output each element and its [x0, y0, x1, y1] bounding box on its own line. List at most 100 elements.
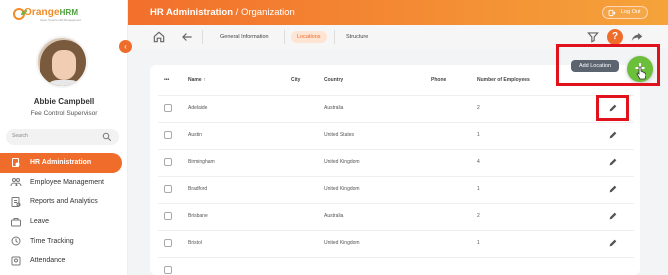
divider: [334, 30, 335, 44]
cell-name: Bradford: [188, 186, 208, 192]
column-header-country[interactable]: Country: [324, 77, 343, 83]
cell-country: Australia: [324, 213, 344, 219]
time-icon: [11, 236, 21, 246]
cell-name: Birmingham: [188, 159, 215, 165]
cell-country: United Kingdom: [324, 240, 360, 246]
cell-name: Adelaide: [188, 105, 208, 111]
sidebar-item-label: Reports and Analytics: [30, 198, 98, 206]
tab-general-information[interactable]: General Information: [214, 31, 275, 43]
sidebar-item-employee-management[interactable]: Employee Management: [0, 173, 128, 193]
sidebar-item-attendance[interactable]: Attendance: [0, 251, 128, 271]
user-role: Fee Control Supervisor: [30, 110, 98, 117]
table-row[interactable]: Bristol United Kingdom 1: [158, 230, 634, 256]
user-name: Abbie Campbell: [33, 97, 95, 106]
header-page: Organization: [240, 7, 295, 18]
edit-pencil-icon[interactable]: [608, 157, 618, 167]
highlight-box-edit-row: [596, 95, 629, 121]
search-icon[interactable]: [101, 131, 113, 143]
home-icon[interactable]: [152, 30, 166, 44]
sidebar-search-input[interactable]: Search: [6, 129, 119, 145]
brand-suffix: HRM: [59, 8, 79, 17]
cell-employees: 1: [477, 240, 480, 246]
row-checkbox[interactable]: [164, 212, 172, 220]
orangehrm-logo[interactable]: OrangeHRM Open Source HR Management: [12, 5, 112, 25]
divider: [284, 30, 285, 44]
edit-pencil-icon[interactable]: [608, 130, 618, 140]
header-separator: /: [233, 7, 241, 18]
help-button[interactable]: ?: [607, 29, 623, 45]
row-checkbox[interactable]: [164, 131, 172, 139]
table-row-partial[interactable]: [158, 257, 634, 275]
cell-employees: 2: [477, 213, 480, 219]
edit-pencil-icon[interactable]: [608, 211, 618, 221]
cell-country: United Kingdom: [324, 186, 360, 192]
row-checkbox[interactable]: [164, 158, 172, 166]
sidebar-item-hr-administration[interactable]: HR Administration: [0, 153, 122, 173]
brand-name: Orange: [24, 7, 60, 18]
highlight-box-add-location: [556, 44, 660, 86]
reports-icon: [11, 196, 21, 207]
cell-name: Brisbane: [188, 213, 208, 219]
logout-label: Log Out: [621, 9, 641, 15]
cell-employees: 1: [477, 186, 480, 192]
cell-employees: 1: [477, 132, 480, 138]
cell-name: Austin: [188, 132, 202, 138]
column-header-name[interactable]: Name ↑: [188, 77, 206, 83]
column-header-employees[interactable]: Number of Employees: [477, 77, 530, 83]
locations-table: ••• Name ↑ City Country Phone Number of …: [150, 65, 640, 275]
app-header: HR Administration / Organization Log Out: [128, 0, 668, 25]
logout-icon: [608, 9, 616, 17]
chevron-left-icon: ‹: [124, 42, 127, 51]
sort-arrow-icon: ↑: [203, 77, 206, 83]
column-header-city[interactable]: City: [291, 77, 300, 83]
help-icon: ?: [611, 31, 619, 42]
sidebar: OrangeHRM Open Source HR Management Abbi…: [0, 0, 128, 275]
employees-icon: [10, 178, 22, 187]
brand-tagline: Open Source HR Management: [40, 18, 82, 22]
sidebar-item-label: Time Tracking: [30, 237, 74, 245]
attendance-icon: [11, 256, 21, 266]
sidebar-item-label: Employee Management: [30, 178, 104, 186]
edit-pencil-icon[interactable]: [608, 184, 618, 194]
back-arrow-icon[interactable]: [180, 30, 194, 44]
table-row[interactable]: Brisbane Australia 2: [158, 203, 634, 229]
tab-locations[interactable]: Locations: [291, 31, 327, 43]
cell-name: Bristol: [188, 240, 202, 246]
cell-country: United States: [324, 132, 355, 138]
collapse-sidebar-button[interactable]: ‹: [119, 40, 132, 53]
cell-employees: 4: [477, 159, 480, 165]
sidebar-nav: HR Administration Employee Management Re…: [0, 153, 128, 271]
sidebar-item-reports-and-analytics[interactable]: Reports and Analytics: [0, 192, 128, 212]
filter-icon[interactable]: [586, 30, 600, 44]
sidebar-item-label: Attendance: [30, 257, 66, 265]
cell-employees: 2: [477, 105, 480, 111]
cell-country: Australia: [324, 105, 344, 111]
logout-button[interactable]: Log Out: [602, 6, 648, 19]
sidebar-item-time-tracking[interactable]: Time Tracking: [0, 231, 128, 251]
sidebar-item-label: HR Administration: [30, 159, 92, 167]
row-checkbox[interactable]: [164, 185, 172, 193]
sidebar-item-label: Leave: [30, 218, 50, 226]
edit-pencil-icon[interactable]: [608, 238, 618, 248]
row-checkbox[interactable]: [164, 266, 172, 274]
row-checkbox[interactable]: [164, 239, 172, 247]
table-row[interactable]: Bradford United Kingdom 1: [158, 176, 634, 202]
header-section: HR Administration: [150, 7, 234, 18]
hr-admin-icon: [12, 157, 20, 167]
row-checkbox[interactable]: [164, 104, 172, 112]
share-icon[interactable]: [630, 30, 644, 44]
column-header-phone[interactable]: Phone: [431, 77, 446, 83]
table-menu-icon[interactable]: •••: [164, 77, 169, 83]
table-row[interactable]: Birmingham United Kingdom 4: [158, 149, 634, 175]
page-title: HR Administration / Organization: [150, 7, 295, 18]
avatar[interactable]: [36, 36, 88, 88]
sidebar-item-leave[interactable]: Leave: [0, 212, 128, 232]
column-name-label: Name: [188, 77, 202, 83]
divider: [202, 30, 203, 44]
cell-country: United Kingdom: [324, 159, 360, 165]
table-row[interactable]: Adelaide Australia 2: [158, 95, 634, 121]
search-placeholder: Search: [12, 133, 28, 139]
tab-structure[interactable]: Structure: [340, 31, 374, 43]
table-row[interactable]: Austin United States 1: [158, 122, 634, 148]
leave-icon: [11, 217, 21, 227]
